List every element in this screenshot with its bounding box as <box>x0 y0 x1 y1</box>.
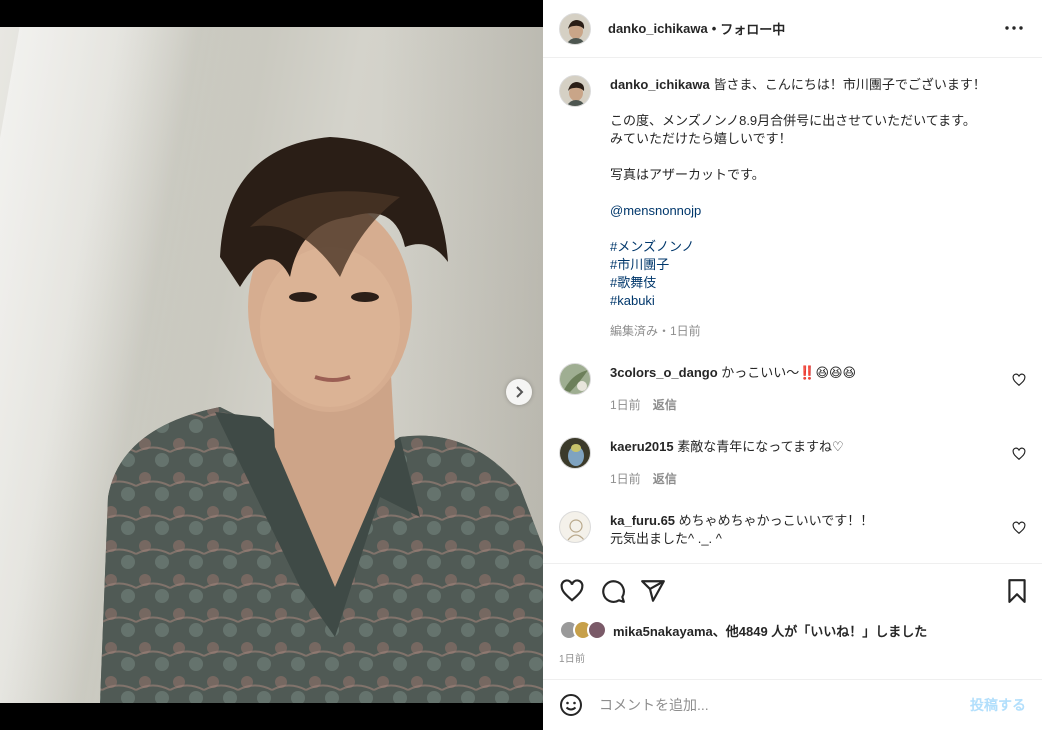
comment-bubble-icon[interactable] <box>600 578 626 604</box>
author-username[interactable]: danko_ichikawa <box>608 21 708 36</box>
liker-avatar[interactable] <box>587 620 607 640</box>
commenter-username[interactable]: kaeru2015 <box>610 439 674 454</box>
comment-time: 1日前 <box>610 472 641 486</box>
comment-like-heart-icon[interactable] <box>1012 447 1026 461</box>
likes-rest[interactable]: 、他4849 人が「いいね！」しました <box>713 624 928 639</box>
caption-line: 皆さま、こんにちは！市川團子でございます！ <box>713 77 986 92</box>
comment-time: 1日前 <box>610 398 641 412</box>
likes-summary: mika5nakayama、他4849 人が「いいね！」しました <box>559 619 927 641</box>
liker-username[interactable]: mika5nakayama <box>613 624 713 639</box>
commenter-avatar[interactable] <box>559 363 591 395</box>
post-header: danko_ichikawa • フォロー中 <box>543 0 1042 58</box>
hashtag-link[interactable]: #メンズノンノ <box>610 238 1010 256</box>
comment-text: 素敵な青年になってますね♡ <box>677 439 844 454</box>
caption-line: この度、メンズノンノ8.9月合併号に出させていただいてます。 <box>610 113 976 128</box>
hashtag-link[interactable]: #市川團子 <box>610 256 1010 274</box>
post-media <box>0 0 543 730</box>
comment-body: kaeru2015 素敵な青年になってますね♡ 1日前 返信 <box>610 438 1010 488</box>
comment-item: 3colors_o_dango かっこいい〜‼️😆😆😆 1日前 返信 <box>559 363 1026 423</box>
comment-like-heart-icon[interactable] <box>1012 373 1026 387</box>
author-avatar[interactable] <box>559 12 591 45</box>
commenter-username[interactable]: 3colors_o_dango <box>610 365 718 380</box>
post-sidebar: danko_ichikawa • フォロー中 danko_ichikawa 皆さ… <box>543 0 1042 730</box>
post-comment-button[interactable]: 投稿する <box>970 695 1026 715</box>
post-date[interactable]: 1日前 <box>559 650 585 665</box>
save-bookmark-icon[interactable] <box>1004 578 1030 604</box>
like-heart-icon[interactable] <box>559 578 585 604</box>
caption-meta: 編集済み・1日前 <box>610 324 701 338</box>
author-avatar[interactable] <box>559 75 591 107</box>
post-photo[interactable] <box>0 27 543 703</box>
emoji-icon[interactable] <box>559 693 583 717</box>
comment-item: kaeru2015 素敵な青年になってますね♡ 1日前 返信 <box>559 437 1026 497</box>
header-separator: • <box>711 21 717 36</box>
portrait-image <box>100 137 543 703</box>
following-button[interactable]: フォロー中 <box>720 19 785 38</box>
more-icon <box>1005 26 1023 30</box>
comment-input[interactable] <box>599 697 949 713</box>
comment-text: かっこいい〜‼️😆😆😆 <box>721 365 857 380</box>
more-options-button[interactable] <box>1002 18 1026 38</box>
reply-button[interactable]: 返信 <box>653 398 677 412</box>
hashtag-link[interactable]: #歌舞伎 <box>610 274 1010 292</box>
caption-line: みていただけたら嬉しいです！ <box>610 131 792 146</box>
comments-scroll-area[interactable]: danko_ichikawa 皆さま、こんにちは！市川團子でございます！ この度… <box>543 59 1042 563</box>
likes-text: mika5nakayama、他4849 人が「いいね！」しました <box>613 621 927 640</box>
share-paper-plane-icon[interactable] <box>640 578 666 604</box>
commenter-username[interactable]: ka_furu.65 <box>610 513 675 528</box>
caption: danko_ichikawa 皆さま、こんにちは！市川團子でございます！ この度… <box>559 75 1026 345</box>
comment-body: 3colors_o_dango かっこいい〜‼️😆😆😆 1日前 返信 <box>610 364 1010 414</box>
commenter-avatar[interactable] <box>559 511 591 543</box>
caption-text: danko_ichikawa 皆さま、こんにちは！市川團子でございます！ この度… <box>610 76 1010 340</box>
reply-button[interactable]: 返信 <box>653 472 677 486</box>
comment-text: めちゃめちゃかっこいいです！！ <box>678 513 874 528</box>
caption-line: 写真はアザーカットです。 <box>610 167 765 182</box>
post-actions <box>543 563 1042 619</box>
comment-like-heart-icon[interactable] <box>1012 521 1026 535</box>
add-comment-bar: 投稿する <box>543 679 1042 730</box>
hashtag-link[interactable]: #kabuki <box>610 292 1010 310</box>
caption-username[interactable]: danko_ichikawa <box>610 77 710 92</box>
comment-text-line2: 元気出ました^ ._. ^ <box>610 531 722 546</box>
next-slide-button[interactable] <box>506 379 532 405</box>
mention-link[interactable]: @mensnonnojp <box>610 202 1010 220</box>
liker-avatars <box>559 620 607 640</box>
chevron-right-icon <box>516 386 524 398</box>
comment-body: ka_furu.65 めちゃめちゃかっこいいです！！ 元気出ました^ ._. ^ <box>610 512 1010 548</box>
comment-item: ka_furu.65 めちゃめちゃかっこいいです！！ 元気出ました^ ._. ^ <box>559 511 1026 563</box>
commenter-avatar[interactable] <box>559 437 591 469</box>
